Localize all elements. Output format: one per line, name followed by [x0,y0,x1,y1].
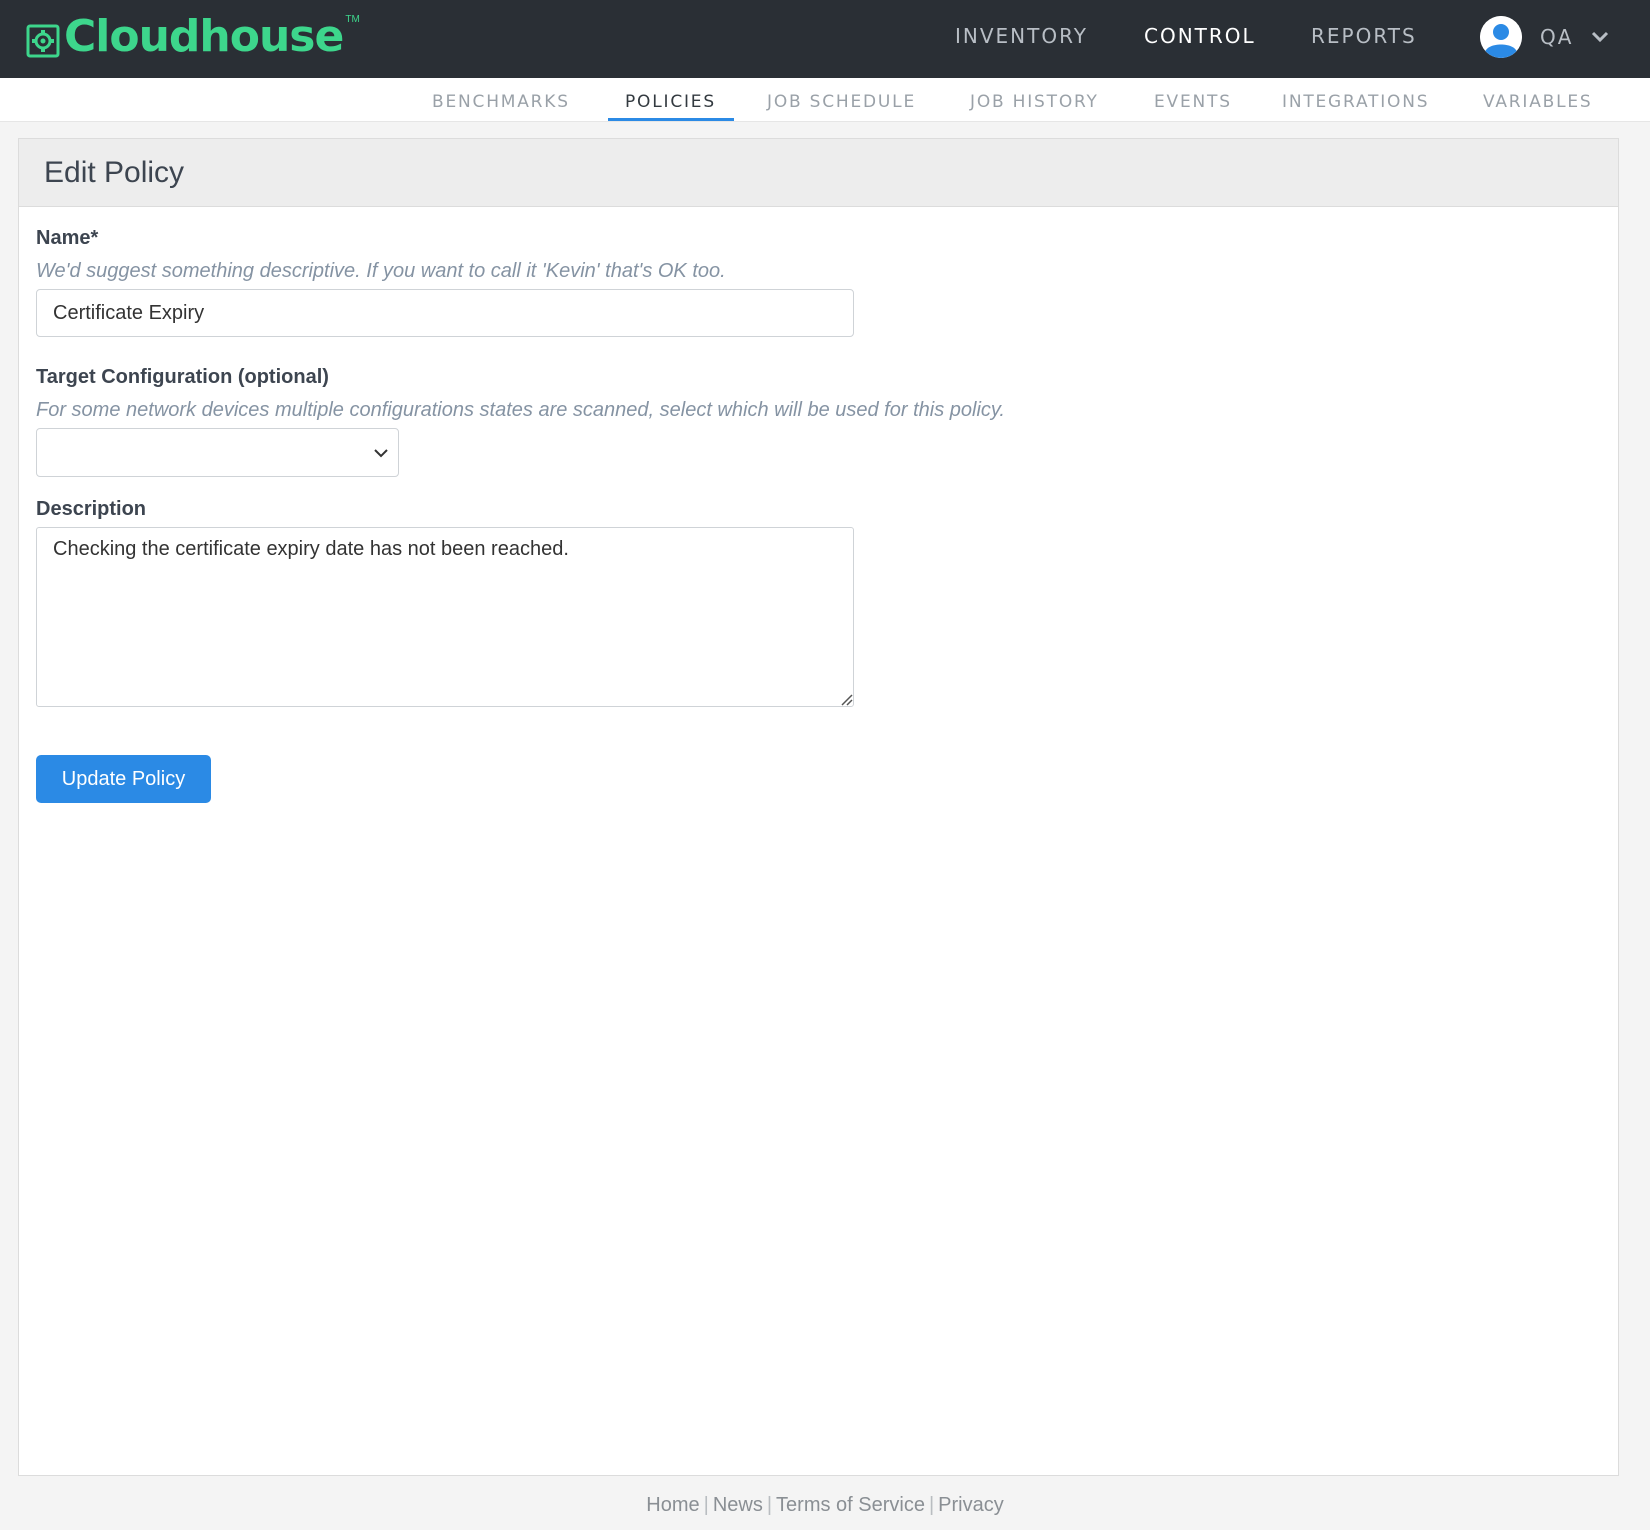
sub-nav-job-history[interactable]: JOB HISTORY [970,92,1099,112]
cloudhouse-logo[interactable]: Cloudhouse TM [26,12,360,62]
update-policy-button[interactable]: Update Policy [36,755,211,803]
active-tab-indicator [608,118,734,121]
sub-nav-job-schedule[interactable]: JOB SCHEDULE [767,92,916,112]
footer-link-terms-of-service[interactable]: Terms of Service [776,1494,925,1516]
edit-policy-panel: Edit Policy Name* We'd suggest something… [18,138,1619,1476]
footer-link-privacy[interactable]: Privacy [938,1494,1004,1516]
footer-separator: | [928,1494,935,1516]
name-label: Name* [36,227,99,249]
trademark-mark: TM [345,13,360,25]
target-configuration-select[interactable] [36,428,399,477]
main-nav-reports[interactable]: REPORTS [1311,24,1417,48]
chevron-down-icon [374,449,388,458]
user-name: QA [1540,25,1574,49]
page-title: Edit Policy [44,155,185,189]
top-navigation-bar: Cloudhouse TM INVENTORY CONTROL REPORTS … [0,0,1650,78]
sub-nav-integrations[interactable]: INTEGRATIONS [1282,92,1429,112]
panel-header: Edit Policy [19,139,1618,207]
name-input[interactable] [36,289,854,337]
resize-handle-icon[interactable] [839,692,853,706]
chevron-down-icon[interactable] [1591,31,1609,43]
description-label: Description [36,498,147,520]
footer-separator: | [766,1494,773,1516]
sub-nav-benchmarks[interactable]: BENCHMARKS [432,92,570,112]
sub-nav-variables[interactable]: VARIABLES [1483,92,1593,112]
name-help-text: We'd suggest something descriptive. If y… [36,260,726,282]
main-nav-control[interactable]: CONTROL [1144,24,1256,48]
target-configuration-label: Target Configuration (optional) [36,366,329,388]
footer-separator: | [703,1494,709,1516]
target-configuration-help-text: For some network devices multiple config… [36,399,1005,421]
footer-link-home[interactable]: Home [646,1494,699,1516]
user-avatar-icon [1480,16,1522,58]
gear-logo-icon [26,24,60,58]
sub-nav: BENCHMARKS POLICIES JOB SCHEDULE JOB HIS… [0,78,1650,122]
brand-name: Cloudhouse [64,11,344,62]
user-menu[interactable]: QA [1480,16,1609,58]
main-nav-inventory[interactable]: INVENTORY [955,24,1088,48]
sub-nav-events[interactable]: EVENTS [1154,92,1232,112]
footer-link-news[interactable]: News [713,1494,763,1516]
footer: Home | News | Terms of Service | Privacy [0,1494,1650,1517]
sub-nav-policies[interactable]: POLICIES [625,92,716,112]
description-textarea[interactable]: Checking the certificate expiry date has… [36,527,854,707]
